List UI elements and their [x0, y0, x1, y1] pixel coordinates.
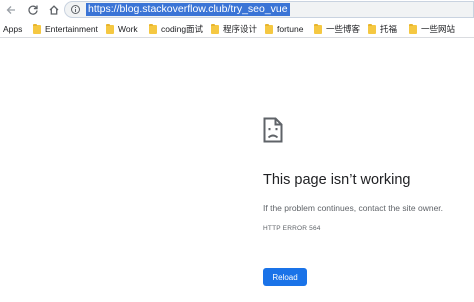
bookmark-fortune[interactable]: fortune [265, 22, 303, 36]
bookmark-label: coding面试 [161, 24, 204, 34]
bookmark-work[interactable]: Work [106, 22, 138, 36]
folder-icon [314, 23, 322, 34]
error-title: This page isn’t working [263, 172, 411, 188]
folder-icon [106, 23, 114, 34]
bookmark-label: Work [118, 24, 138, 34]
reload-button[interactable] [24, 1, 42, 19]
site-info-icon[interactable] [71, 5, 80, 14]
bookmark-label: 托福 [380, 24, 398, 34]
bookmark-programming[interactable]: 程序设计 [211, 22, 257, 36]
folder-icon [211, 23, 219, 34]
error-code: HTTP ERROR 564 [263, 225, 321, 232]
bookmark-websites[interactable]: 一些网站 [409, 22, 455, 36]
sad-document-icon [263, 117, 283, 143]
bookmark-coding[interactable]: coding面试 [149, 22, 203, 36]
reload-icon [28, 5, 38, 15]
home-button[interactable] [45, 1, 63, 19]
arrow-left-icon [6, 6, 15, 14]
home-icon [49, 5, 59, 15]
bookmark-label: 一些网站 [421, 24, 456, 34]
bookmark-label: Entertainment [45, 24, 98, 34]
folder-icon [409, 23, 417, 34]
bookmark-apps[interactable]: Apps [3, 22, 22, 36]
bookmark-label: 一些博客 [326, 24, 361, 34]
folder-icon [368, 23, 376, 34]
folder-icon [149, 23, 157, 34]
address-bar[interactable]: https://blog.stackoverflow.club/try_seo_… [64, 1, 474, 18]
folder-icon [33, 23, 41, 34]
url-text[interactable]: https://blog.stackoverflow.club/try_seo_… [86, 3, 290, 16]
reload-page-button[interactable]: Reload [263, 268, 307, 286]
bookmark-blogs[interactable]: 一些博客 [314, 22, 360, 36]
folder-icon [265, 23, 273, 34]
bookmark-label: fortune [277, 24, 304, 34]
bookmark-label: 程序设计 [223, 24, 258, 34]
browser-toolbar: https://blog.stackoverflow.club/try_seo_… [0, 0, 474, 20]
back-button[interactable] [2, 1, 20, 19]
bookmarks-bar: Apps Entertainment Work coding面试 程序设计 fo… [0, 20, 474, 38]
error-description: If the problem continues, contact the si… [263, 203, 444, 213]
bookmark-toefl[interactable]: 托福 [368, 22, 397, 36]
bookmark-label: Apps [3, 24, 23, 34]
bookmark-entertainment[interactable]: Entertainment [33, 22, 98, 36]
